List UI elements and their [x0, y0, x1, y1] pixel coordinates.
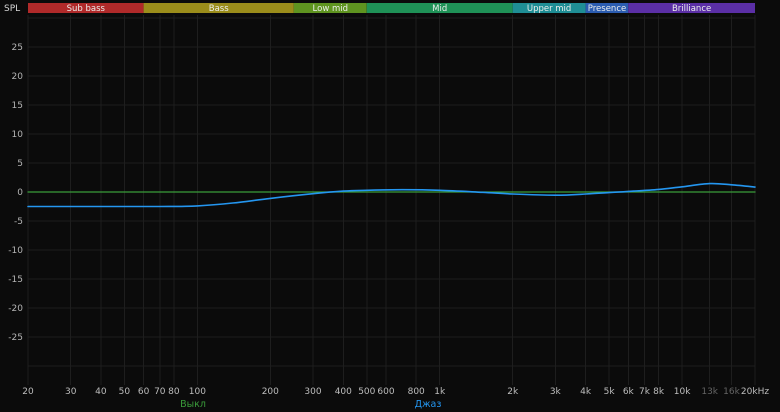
x-tick-label: 13k	[701, 387, 718, 397]
y-tick-label: 5	[17, 159, 23, 169]
band-label: Low mid	[313, 4, 348, 14]
y-tick-label: 0	[17, 188, 23, 198]
x-tick-label: 6k	[623, 387, 635, 397]
x-tick-label: 80	[168, 387, 180, 397]
band-label: Sub bass	[67, 4, 106, 14]
band-label: Bass	[209, 4, 229, 14]
x-tick-label: 300	[304, 387, 321, 397]
band-label: Presence	[588, 4, 626, 14]
x-tick-label: 40	[95, 387, 107, 397]
band-label: Upper mid	[527, 4, 571, 14]
y-tick-label: -5	[14, 217, 23, 227]
x-tick-label: 100	[189, 387, 206, 397]
axis-tick-labels: 2520151050-5-10-15-20-2520 30 40 50 60 70 80 10…	[8, 43, 769, 397]
x-tick-label: 500	[358, 387, 375, 397]
y-tick-label: 15	[12, 101, 23, 111]
y-tick-label: -20	[8, 304, 23, 314]
x-tick-label: 4k	[580, 387, 592, 397]
y-axis-title: SPL	[4, 4, 20, 14]
equalizer-panel: Sub bass Bass Low mid Mid Upper mid Presence B…	[0, 0, 780, 412]
x-tick-label: 10k	[674, 387, 691, 397]
x-tick-label: 400	[335, 387, 352, 397]
x-tick-label: 3k	[550, 387, 562, 397]
x-tick-label: 16k	[723, 387, 740, 397]
y-tick-label: 10	[12, 130, 24, 140]
x-tick-label: 200	[262, 387, 279, 397]
y-tick-label: -25	[8, 333, 23, 343]
x-tick-label: 20	[22, 387, 34, 397]
grid	[27, 15, 756, 385]
x-tick-label: 20kHz	[741, 387, 769, 397]
x-tick-label: 600	[377, 387, 394, 397]
x-tick-label: 2k	[507, 387, 519, 397]
curve-jazz	[27, 182, 756, 208]
x-tick-label: 70	[154, 387, 166, 397]
y-tick-label: 20	[12, 72, 24, 82]
legend-preset-jazz[interactable]: Джаз	[415, 399, 442, 410]
x-tick-label: 800	[408, 387, 425, 397]
y-tick-label: -10	[8, 246, 23, 256]
x-tick-label: 5k	[604, 387, 616, 397]
band-label: Mid	[432, 4, 447, 14]
x-tick-label: 7k	[639, 387, 651, 397]
x-tick-label: 60	[138, 387, 150, 397]
band-label: Brilliance	[672, 4, 711, 14]
x-tick-label: 8k	[653, 387, 665, 397]
x-tick-label: 1k	[434, 387, 446, 397]
frequency-bands-strip: Sub bass Bass Low mid Mid Upper mid Presence B…	[28, 3, 755, 14]
y-tick-label: 25	[12, 43, 23, 53]
x-tick-label: 50	[119, 387, 131, 397]
x-tick-label: 30	[65, 387, 77, 397]
frequency-response-chart: Sub bass Bass Low mid Mid Upper mid Presence B…	[4, 3, 769, 410]
curves	[27, 182, 756, 208]
y-tick-label: -15	[8, 275, 23, 285]
legend-preset-off[interactable]: Выкл	[180, 399, 206, 410]
